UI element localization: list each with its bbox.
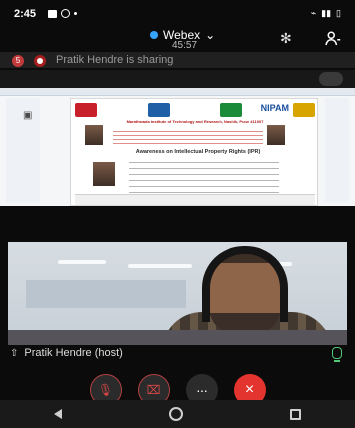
poster-speaker-details xyxy=(129,159,279,193)
recent-icon[interactable] xyxy=(290,408,302,420)
document-right-panel xyxy=(325,98,349,202)
back-icon[interactable] xyxy=(53,409,62,419)
whatsapp-icon xyxy=(61,9,70,18)
sharing-banner: 5 Pratik Hendre is sharing xyxy=(0,52,355,68)
university-logo xyxy=(147,103,170,117)
shared-screen-area[interactable]: ▣ NIPAM Marathwada Institute of Technolo… xyxy=(0,88,355,206)
image-icon xyxy=(48,9,57,18)
share-view-toggle-button[interactable] xyxy=(319,72,343,86)
document-sidebar-icon: ▣ xyxy=(23,110,33,121)
status-bar: 2:45 ⌁ ▮▮ ▯ xyxy=(0,0,355,26)
dot-icon xyxy=(74,12,77,15)
camera-off-icon: ⌧ xyxy=(146,383,161,397)
poster-speaker-photo xyxy=(85,125,103,145)
nipam-logo xyxy=(292,103,315,117)
poster-speaker-photo xyxy=(93,162,115,186)
government-logo xyxy=(220,103,243,117)
home-icon[interactable] xyxy=(168,407,183,421)
desk xyxy=(8,330,347,345)
more-icon: ··· xyxy=(196,382,208,398)
headphones-icon xyxy=(202,246,288,322)
mic-status-icon xyxy=(332,347,342,362)
poster-text-lines xyxy=(113,129,263,147)
bluetooth-icon[interactable]: ✻ xyxy=(280,30,292,47)
webex-icon xyxy=(150,31,158,39)
webex-phone-screen: 2:45 ⌁ ▮▮ ▯ Webex ⌄ 45:57 ✻ 5 Pratik Hen… xyxy=(0,0,355,428)
chevron-down-icon: ⌄ xyxy=(205,28,216,42)
participant-video[interactable] xyxy=(8,242,347,345)
end-call-icon: × xyxy=(244,381,255,398)
poster-event-title: Awareness on Intellectual Property Right… xyxy=(135,149,261,155)
office-glass-wall xyxy=(26,280,186,308)
signal-icon: ▮▮ xyxy=(321,8,332,18)
share-toolbar xyxy=(0,70,355,88)
document-sidebar: ▣ xyxy=(6,98,40,202)
status-right-icons: ⌁ ▮▮ ▯ xyxy=(311,8,341,19)
sharing-status-text: Pratik Hendre is sharing xyxy=(56,54,174,66)
meeting-header: Webex ⌄ 45:57 ✻ xyxy=(0,26,355,52)
notification-count-badge: 5 xyxy=(12,55,24,67)
recording-icon xyxy=(34,55,46,67)
wifi-icon: ⌁ xyxy=(310,8,317,18)
meeting-timer: 45:57 xyxy=(172,40,198,51)
call-controls: 🎙 ⌧ ··· × xyxy=(0,374,355,406)
poster-brand: NIPAM xyxy=(260,103,289,113)
mic-off-icon: 🎙 xyxy=(97,383,114,397)
participant-caption: ⇧ Pratik Hendre (host) xyxy=(10,347,123,359)
institute-logo xyxy=(75,103,97,117)
document-toolbar xyxy=(0,88,355,96)
shared-poster: NIPAM Marathwada Institute of Technology… xyxy=(70,98,318,206)
poster-institute: Marathwada Institute of Technology and R… xyxy=(126,119,264,124)
poster-footer xyxy=(75,194,315,205)
android-navigation-bar xyxy=(0,400,355,428)
share-upload-icon: ⇧ xyxy=(10,347,19,359)
participants-icon[interactable] xyxy=(323,30,341,48)
participant-name: Pratik Hendre (host) xyxy=(24,347,123,359)
status-time: 2:45 xyxy=(14,8,37,20)
battery-icon: ▯ xyxy=(336,8,341,18)
status-left-icons xyxy=(48,9,77,18)
poster-speaker-photo xyxy=(267,125,285,145)
ceiling-light xyxy=(128,264,192,268)
ceiling-light xyxy=(58,260,106,264)
